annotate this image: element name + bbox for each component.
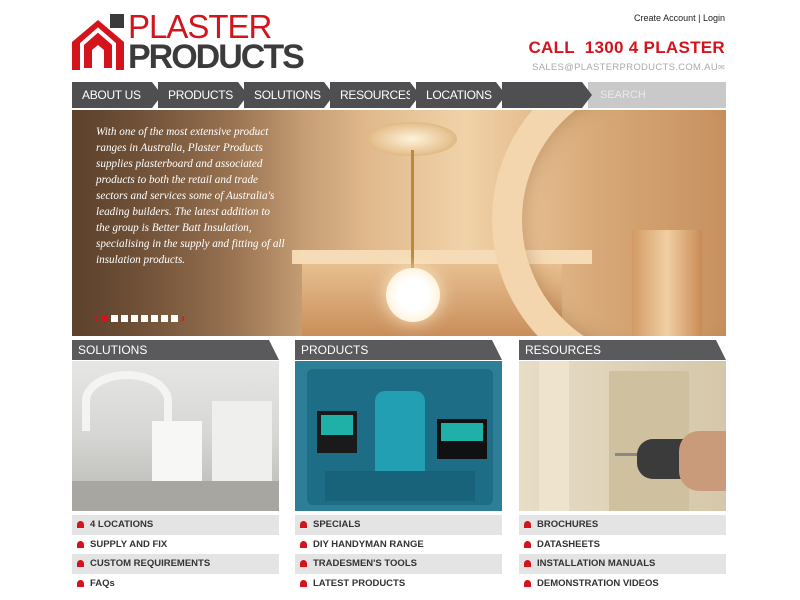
- nav-locations[interactable]: LOCATIONS: [416, 82, 506, 108]
- pendant-light: [386, 268, 440, 322]
- list-item[interactable]: INSTALLATION MANUALS: [519, 554, 726, 574]
- list-item[interactable]: SPECIALS: [295, 515, 502, 535]
- slider-prev-icon[interactable]: ‹: [94, 312, 98, 324]
- products-image[interactable]: [295, 361, 502, 511]
- slider-dot[interactable]: [151, 314, 158, 322]
- nav-solutions[interactable]: SOLUTIONS: [244, 82, 334, 108]
- solutions-image[interactable]: [72, 361, 279, 511]
- logo[interactable]: PLASTER PRODUCTS: [72, 10, 305, 74]
- hand-shape: [679, 431, 726, 491]
- slider-next-icon[interactable]: ›: [181, 312, 185, 324]
- call-phone[interactable]: CALL 1300 4 PLASTER: [528, 38, 725, 58]
- nav-products[interactable]: PRODUCTS: [158, 82, 248, 108]
- solutions-column: SOLUTIONS 4 LOCATIONS SUPPLY AND FIX CUS…: [72, 340, 279, 593]
- floor-shape: [72, 481, 279, 511]
- list-item[interactable]: CUSTOM REQUIREMENTS: [72, 554, 279, 574]
- solutions-list: 4 LOCATIONS SUPPLY AND FIX CUSTOM REQUIR…: [72, 515, 279, 593]
- login-link[interactable]: Login: [703, 13, 725, 23]
- nav-locations-label: LOCATIONS: [426, 88, 492, 102]
- nav-solutions-label: SOLUTIONS: [254, 88, 321, 102]
- resources-list: BROCHURES DATASHEETS INSTALLATION MANUAL…: [519, 515, 726, 593]
- nav-products-label: PRODUCTS: [168, 88, 233, 102]
- case-tray: [325, 471, 475, 501]
- resources-column: RESOURCES BROCHURES DATASHEETS INSTALLAT…: [519, 340, 726, 593]
- products-heading[interactable]: PRODUCTS: [295, 340, 502, 360]
- list-item[interactable]: 4 LOCATIONS: [72, 515, 279, 535]
- house-logo-icon: [72, 14, 124, 70]
- hero-banner: With one of the most extensive product r…: [72, 110, 726, 336]
- hero-column: [632, 230, 702, 336]
- slider-controls: ‹ ›: [94, 312, 185, 324]
- resources-heading[interactable]: RESOURCES: [519, 340, 726, 360]
- sales-email-text: SALES@PLASTERPRODUCTS.COM.AU: [532, 62, 718, 73]
- slider-dot[interactable]: [101, 314, 108, 322]
- list-item[interactable]: DIY HANDYMAN RANGE: [295, 535, 502, 555]
- hero-text: With one of the most extensive product r…: [96, 126, 285, 266]
- slider-dot[interactable]: [131, 314, 138, 322]
- list-item[interactable]: FAQs: [72, 574, 279, 594]
- sales-email[interactable]: SALES@PLASTERPRODUCTS.COM.AU✉: [532, 62, 725, 73]
- list-item[interactable]: TRADESMEN'S TOOLS: [295, 554, 502, 574]
- create-account-link[interactable]: Create Account: [634, 13, 696, 23]
- nav-blank: [502, 82, 592, 108]
- search-box: [588, 82, 726, 108]
- stud-shape: [539, 361, 569, 511]
- nav-about-us-label: ABOUT US: [82, 88, 141, 102]
- envelope-icon: ✉: [717, 63, 725, 72]
- main-nav: ABOUT US PRODUCTS SOLUTIONS RESOURCES LO…: [72, 82, 726, 108]
- list-item[interactable]: DATASHEETS: [519, 535, 726, 555]
- charger-label: [321, 415, 353, 435]
- account-links: Create Account | Login: [634, 13, 725, 23]
- nav-resources[interactable]: RESOURCES: [330, 82, 420, 108]
- slider-dot[interactable]: [171, 314, 178, 322]
- slider-dot[interactable]: [111, 314, 118, 322]
- resources-image[interactable]: [519, 361, 726, 511]
- slider-dot[interactable]: [121, 314, 128, 322]
- nav-resources-label: RESOURCES: [340, 88, 414, 102]
- list-item[interactable]: BROCHURES: [519, 515, 726, 535]
- solutions-heading[interactable]: SOLUTIONS: [72, 340, 279, 360]
- list-item[interactable]: LATEST PRODUCTS: [295, 574, 502, 594]
- search-input[interactable]: [588, 82, 726, 108]
- battery-label: [441, 423, 483, 441]
- products-list: SPECIALS DIY HANDYMAN RANGE TRADESMEN'S …: [295, 515, 502, 593]
- slider-dot[interactable]: [161, 314, 168, 322]
- products-column: PRODUCTS SPECIALS DIY HANDYMAN RANGE TRA…: [295, 340, 502, 593]
- pendant-rod: [411, 150, 414, 280]
- list-item[interactable]: SUPPLY AND FIX: [72, 535, 279, 555]
- slider-dot[interactable]: [141, 314, 148, 322]
- list-item[interactable]: DEMONSTRATION VIDEOS: [519, 574, 726, 594]
- account-separator: |: [698, 13, 701, 23]
- logo-text-products: PRODUCTS: [128, 38, 305, 76]
- drill-shape: [375, 391, 425, 481]
- nav-about-us[interactable]: ABOUT US: [72, 82, 162, 108]
